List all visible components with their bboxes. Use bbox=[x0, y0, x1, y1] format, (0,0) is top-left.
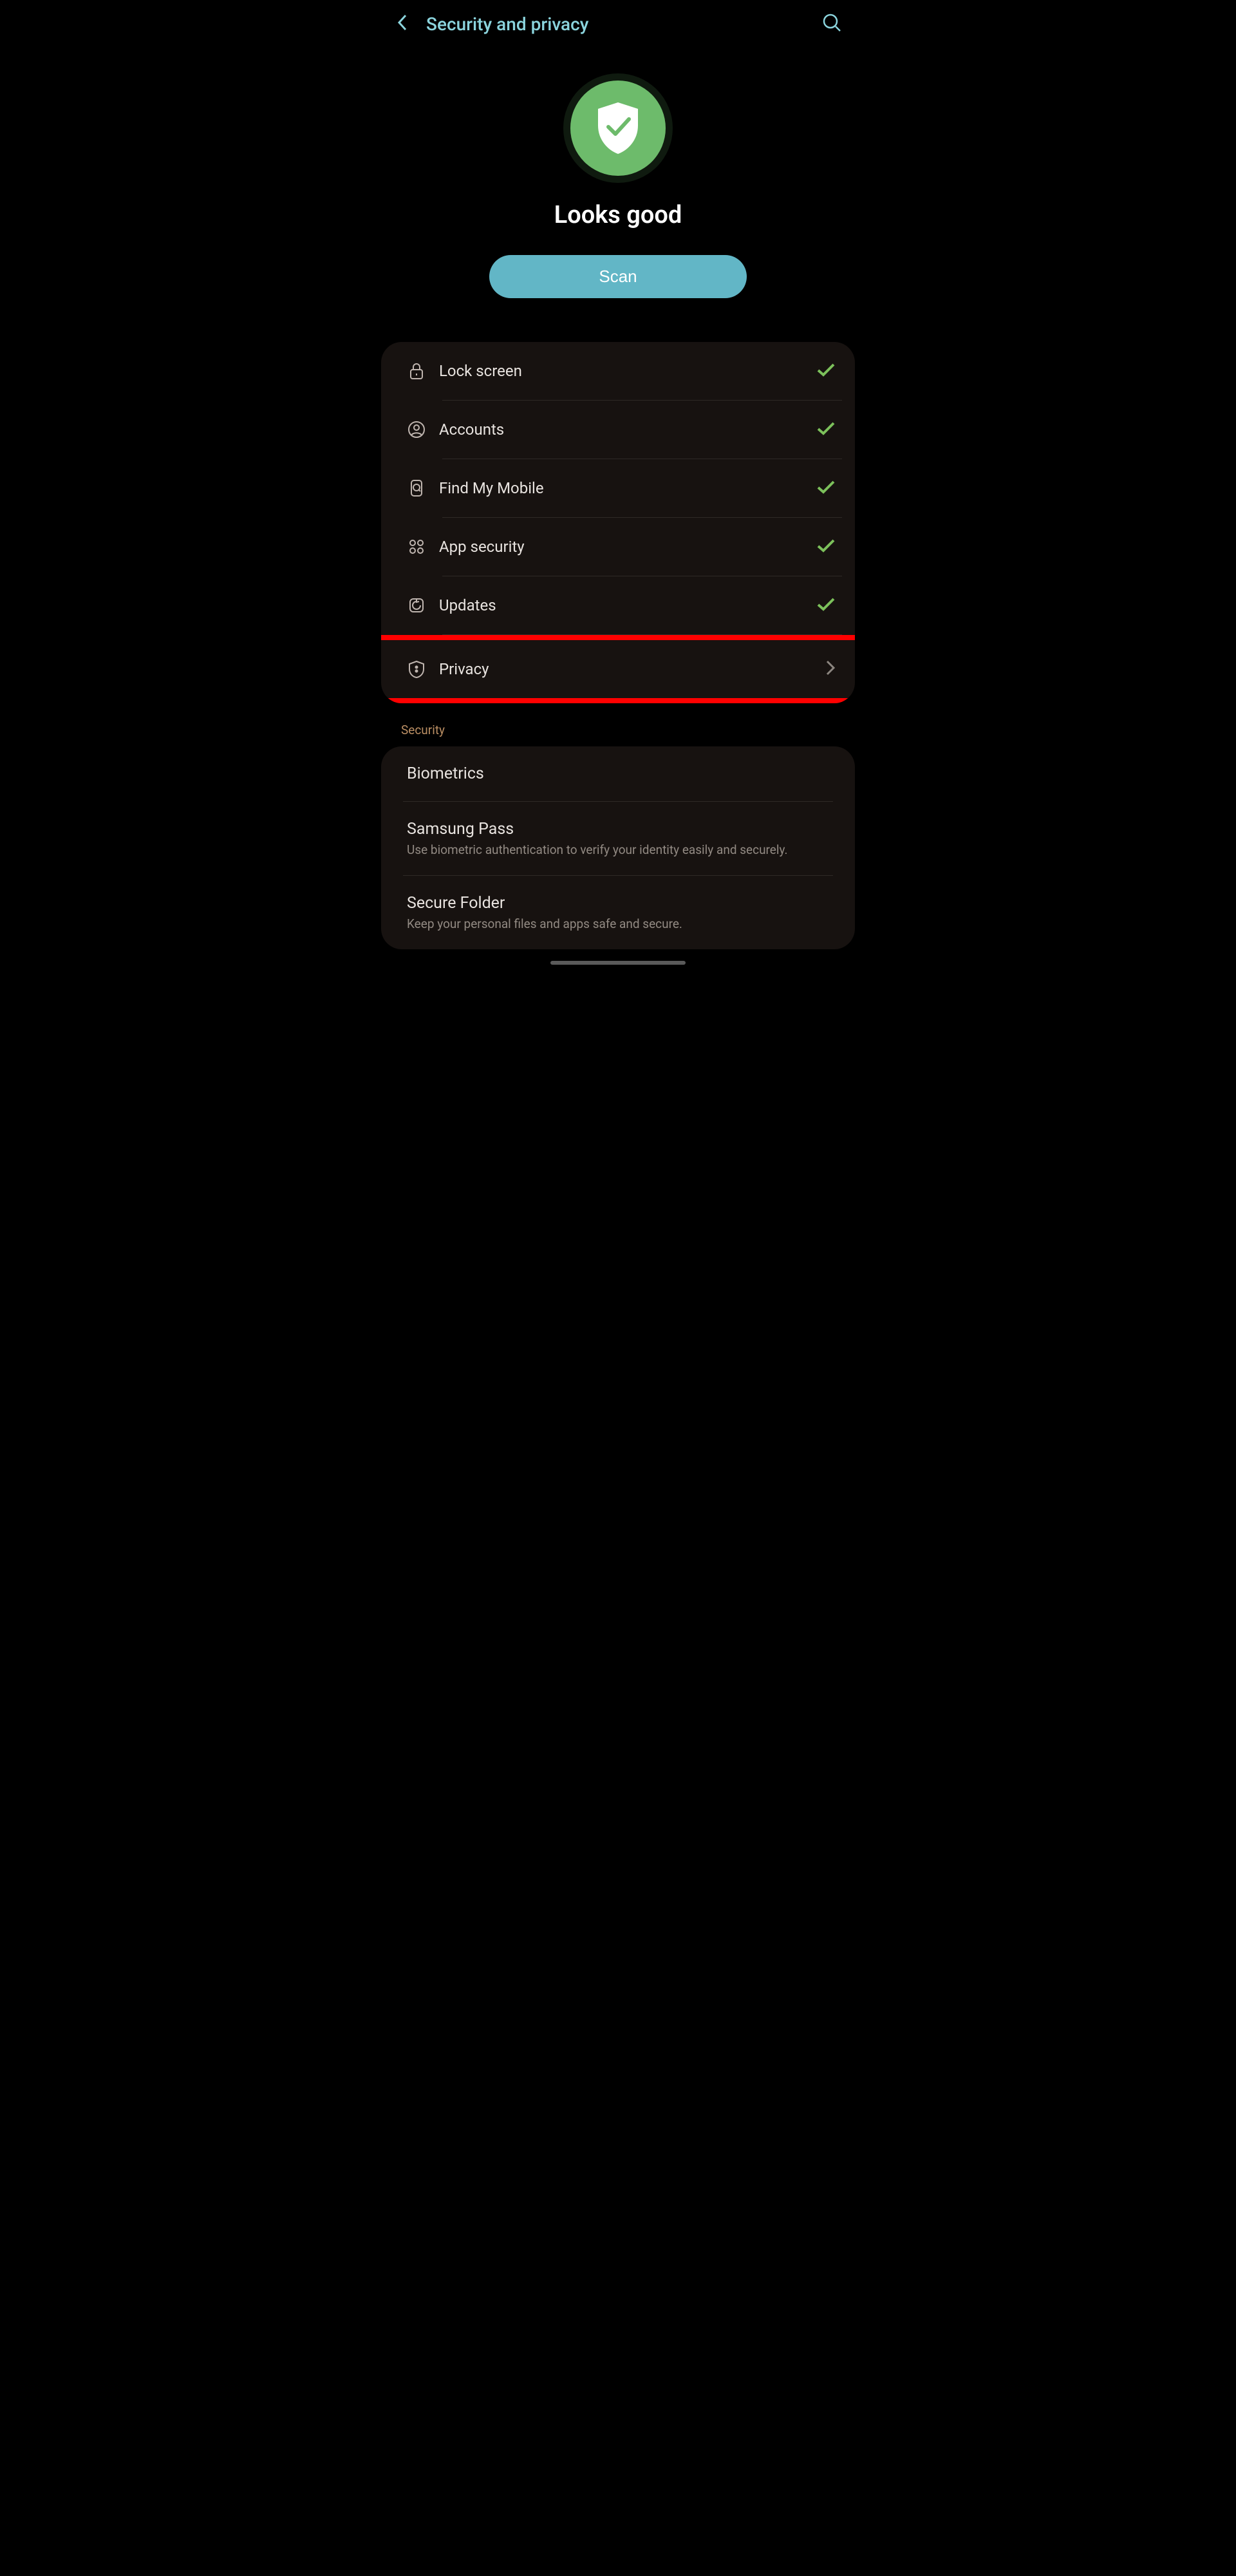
check-icon bbox=[816, 421, 836, 438]
item-label: Lock screen bbox=[439, 362, 816, 380]
shield-badge bbox=[563, 73, 673, 183]
item-title: Biometrics bbox=[407, 764, 829, 783]
item-subtitle: Keep your personal files and apps safe a… bbox=[407, 916, 829, 931]
check-icon bbox=[816, 597, 836, 614]
item-app-security[interactable]: App security bbox=[381, 518, 855, 576]
item-title: Secure Folder bbox=[407, 894, 829, 913]
check-icon bbox=[816, 480, 836, 497]
item-samsung-pass[interactable]: Samsung Pass Use biometric authenticatio… bbox=[381, 802, 855, 875]
item-label: Accounts bbox=[439, 421, 816, 439]
settings-card: Lock screen Accounts Find My Mobile App … bbox=[381, 342, 855, 703]
update-icon bbox=[394, 596, 439, 615]
privacy-shield-icon bbox=[394, 659, 439, 679]
item-title: Samsung Pass bbox=[407, 820, 829, 838]
section-header-security: Security bbox=[375, 703, 861, 746]
item-label: Updates bbox=[439, 596, 816, 614]
scan-button[interactable]: Scan bbox=[489, 255, 747, 298]
item-label: Privacy bbox=[439, 660, 825, 678]
apps-icon bbox=[394, 537, 439, 556]
item-find-my-mobile[interactable]: Find My Mobile bbox=[381, 459, 855, 517]
item-label: Find My Mobile bbox=[439, 479, 816, 497]
user-circle-icon bbox=[394, 420, 439, 439]
chevron-right-icon bbox=[825, 659, 836, 679]
check-icon bbox=[816, 363, 836, 379]
page-header: Security and privacy bbox=[375, 0, 861, 48]
check-icon bbox=[816, 538, 836, 555]
item-subtitle: Use biometric authentication to verify y… bbox=[407, 842, 829, 857]
find-phone-icon bbox=[394, 478, 439, 498]
status-message: Looks good bbox=[554, 201, 682, 229]
item-lock-screen[interactable]: Lock screen bbox=[381, 342, 855, 400]
lock-icon bbox=[394, 361, 439, 381]
security-status-panel: Looks good Scan bbox=[375, 48, 861, 330]
page-title: Security and privacy bbox=[426, 14, 806, 35]
item-updates[interactable]: Updates bbox=[381, 576, 855, 634]
back-icon[interactable] bbox=[395, 14, 410, 34]
item-privacy[interactable]: Privacy bbox=[381, 640, 855, 698]
highlight-annotation: Privacy bbox=[381, 635, 855, 703]
item-accounts[interactable]: Accounts bbox=[381, 401, 855, 459]
item-label: App security bbox=[439, 538, 816, 556]
item-secure-folder[interactable]: Secure Folder Keep your personal files a… bbox=[381, 876, 855, 949]
search-icon[interactable] bbox=[822, 13, 841, 35]
nav-indicator bbox=[550, 961, 686, 965]
security-card: Biometrics Samsung Pass Use biometric au… bbox=[381, 746, 855, 949]
item-biometrics[interactable]: Biometrics bbox=[381, 746, 855, 801]
